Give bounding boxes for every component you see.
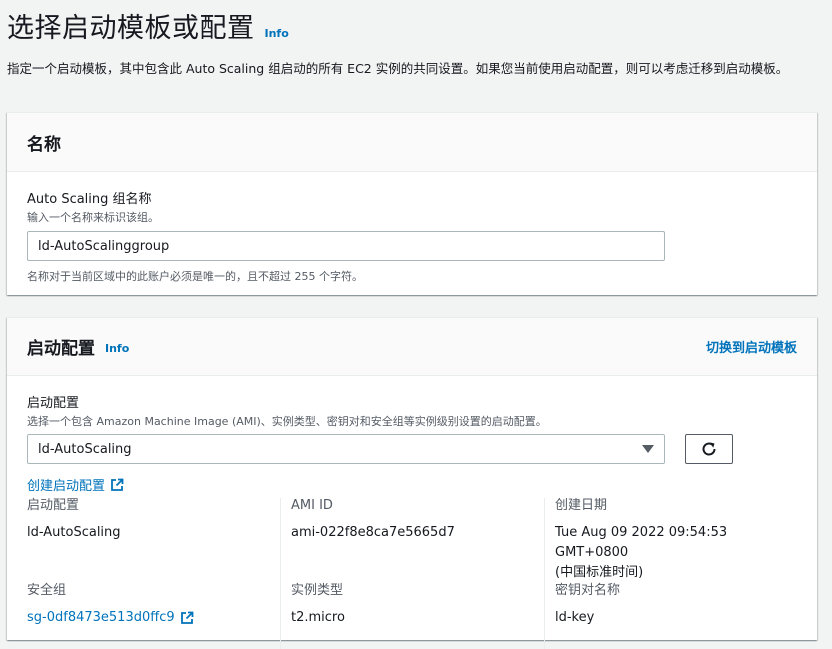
launch-panel-info-link[interactable]: Info bbox=[105, 342, 129, 355]
name-panel-header: 名称 bbox=[7, 113, 817, 172]
launch-panel-body: 启动配置 选择一个包含 Amazon Machine Image (AMI)、实… bbox=[7, 376, 817, 649]
detail-value: t2.micro bbox=[291, 610, 345, 625]
page-title: 选择启动模板或配置 bbox=[7, 13, 255, 44]
details-column-3: 创建日期 Tue Aug 09 2022 09:54:53 GMT+0800 (… bbox=[544, 498, 794, 649]
asg-name-label: Auto Scaling 组名称 bbox=[27, 192, 152, 207]
external-link-icon bbox=[111, 478, 124, 491]
header-info-link[interactable]: Info bbox=[265, 27, 289, 40]
detail-ami: AMI ID ami-022f8e8ca7e5665d7 bbox=[291, 498, 544, 583]
details-column-1: 启动配置 ld-AutoScaling 安全组 sg-0df8473e513d0… bbox=[27, 498, 280, 649]
switch-to-template-link[interactable]: 切换到启动模板 bbox=[706, 337, 797, 356]
launch-panel-header: 启动配置 Info 切换到启动模板 bbox=[7, 318, 817, 376]
detail-label: AMI ID bbox=[291, 498, 333, 513]
security-group-id: sg-0df8473e513d0ffc9 bbox=[27, 610, 175, 625]
details-column-2: AMI ID ami-022f8e8ca7e5665d7 实例类型 t2.mic… bbox=[280, 498, 544, 649]
name-panel-title: 名称 bbox=[27, 134, 61, 155]
name-panel-body: Auto Scaling 组名称 输入一个名称来标识该组。 名称对于当前区域中的… bbox=[7, 172, 817, 284]
create-launch-config-link[interactable]: 创建启动配置 bbox=[27, 475, 124, 494]
launch-config-panel: 启动配置 Info 切换到启动模板 启动配置 选择一个包含 Amazon Mac… bbox=[7, 317, 817, 649]
detail-created-date: 创建日期 Tue Aug 09 2022 09:54:53 GMT+0800 (… bbox=[555, 498, 794, 583]
asg-name-input[interactable] bbox=[27, 231, 665, 261]
asg-name-description: 输入一个名称来标识该组。 bbox=[27, 211, 159, 224]
created-date-line-2: (中国标准时间) bbox=[555, 565, 644, 580]
launch-config-select[interactable]: ld-AutoScaling bbox=[27, 434, 665, 464]
detail-security-group: 安全组 sg-0df8473e513d0ffc9 bbox=[27, 583, 280, 649]
asg-name-constraint: 名称对于当前区域中的此账户必须是唯一的，且不超过 255 个字符。 bbox=[27, 270, 363, 283]
launch-panel-title: 启动配置 bbox=[27, 339, 95, 359]
launch-config-selected-value: ld-AutoScaling bbox=[38, 441, 132, 457]
external-link-icon bbox=[180, 611, 194, 624]
detail-value: Tue Aug 09 2022 09:54:53 GMT+0800 (中国标准时… bbox=[555, 523, 794, 583]
detail-label: 实例类型 bbox=[291, 583, 344, 598]
launch-config-details: 启动配置 ld-AutoScaling 安全组 sg-0df8473e513d0… bbox=[27, 498, 797, 649]
refresh-button[interactable] bbox=[685, 434, 733, 464]
detail-label: 安全组 bbox=[27, 583, 67, 598]
name-panel: 名称 Auto Scaling 组名称 输入一个名称来标识该组。 名称对于当前区… bbox=[7, 112, 817, 295]
launch-config-description: 选择一个包含 Amazon Machine Image (AMI)、实例类型、密… bbox=[27, 415, 547, 428]
detail-label: 创建日期 bbox=[555, 498, 608, 513]
refresh-icon bbox=[702, 442, 716, 456]
detail-value: ld-AutoScaling bbox=[27, 525, 121, 540]
create-launch-config-label: 创建启动配置 bbox=[27, 479, 106, 494]
detail-label: 密钥对名称 bbox=[555, 583, 621, 598]
launch-config-label: 启动配置 bbox=[27, 396, 80, 411]
title-row: 选择启动模板或配置 Info bbox=[7, 6, 827, 45]
detail-label: 启动配置 bbox=[27, 498, 80, 513]
detail-instance-type: 实例类型 t2.micro bbox=[291, 583, 544, 649]
created-date-line-1: Tue Aug 09 2022 09:54:53 GMT+0800 bbox=[555, 525, 728, 560]
caret-down-icon bbox=[642, 445, 654, 453]
detail-key-pair: 密钥对名称 ld-key bbox=[555, 583, 794, 649]
launch-config-select-row: ld-AutoScaling bbox=[27, 434, 797, 464]
page-header: 选择启动模板或配置 Info 指定一个启动模板，其中包含此 Auto Scali… bbox=[7, 6, 827, 79]
page-description: 指定一个启动模板，其中包含此 Auto Scaling 组启动的所有 EC2 实… bbox=[7, 61, 789, 76]
detail-value: ami-022f8e8ca7e5665d7 bbox=[291, 525, 455, 540]
create-link-row: 创建启动配置 bbox=[27, 475, 797, 494]
detail-launch-config: 启动配置 ld-AutoScaling bbox=[27, 498, 280, 583]
detail-value: ld-key bbox=[555, 610, 595, 625]
security-group-link[interactable]: sg-0df8473e513d0ffc9 bbox=[27, 608, 194, 628]
